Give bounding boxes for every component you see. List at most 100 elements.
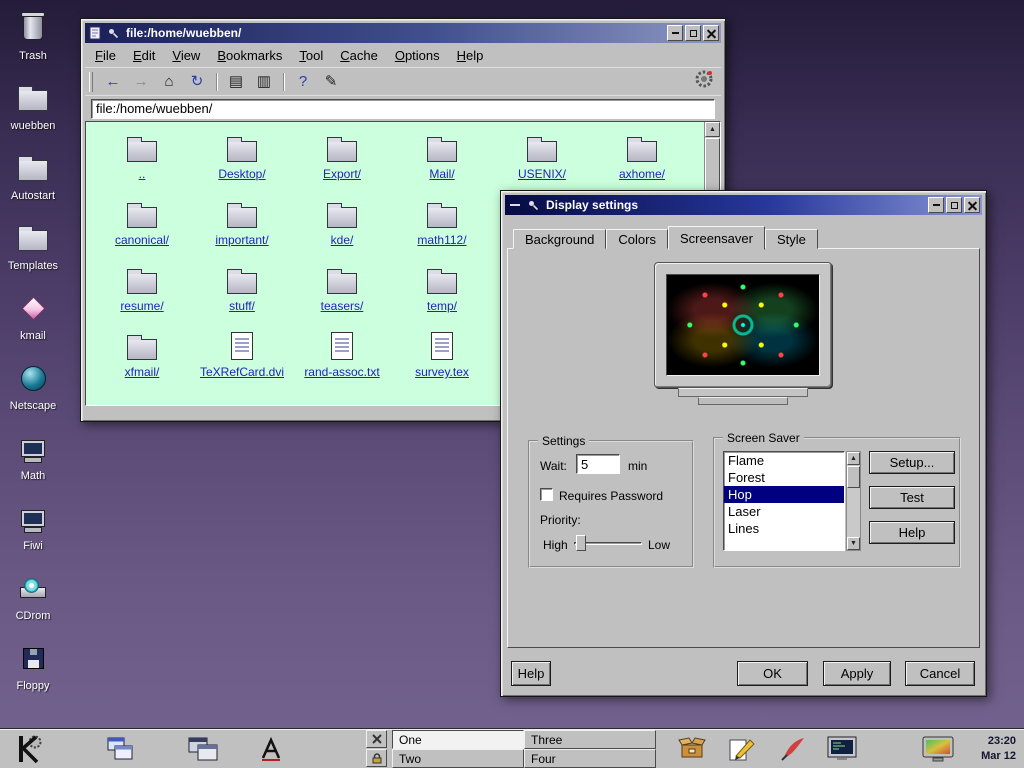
file-item[interactable]: canonical/ xyxy=(92,198,192,264)
text-editor-icon[interactable] xyxy=(722,731,762,766)
maximize-button[interactable] xyxy=(946,197,962,213)
file-item[interactable]: .. xyxy=(92,132,192,198)
screensaver-list[interactable]: FlameForestHopLaserLines xyxy=(723,451,845,551)
minimize-button[interactable] xyxy=(667,25,683,41)
file-item[interactable]: rand-assoc.txt xyxy=(292,330,392,396)
desktop-icon[interactable]: Netscape xyxy=(2,356,64,426)
file-item[interactable]: USENIX/ xyxy=(492,132,592,198)
kfm-titlebar[interactable]: file:/home/wuebben/ xyxy=(85,23,721,43)
menu-item[interactable]: File xyxy=(95,48,116,63)
pager-desktop-button[interactable]: One xyxy=(392,730,524,749)
saver-help-button[interactable]: Help xyxy=(869,521,955,544)
menu-item[interactable]: Cache xyxy=(340,48,378,63)
logout-button[interactable] xyxy=(366,730,387,748)
file-item[interactable]: TeXRefCard.dvi xyxy=(192,330,292,396)
scroll-down-button[interactable]: ▼ xyxy=(847,537,860,550)
screensaver-option[interactable]: Hop xyxy=(724,486,844,503)
forward-button[interactable]: → xyxy=(128,70,154,94)
requires-password-checkbox[interactable] xyxy=(540,488,553,501)
window-menu-icon[interactable] xyxy=(87,25,103,41)
tab[interactable]: Background xyxy=(513,229,606,249)
console-icon[interactable] xyxy=(822,731,862,766)
k-menu-button[interactable] xyxy=(4,731,52,766)
close-button[interactable] xyxy=(703,25,719,41)
desktop-icon[interactable]: Floppy xyxy=(2,636,64,706)
copy-button[interactable]: ▤ xyxy=(223,70,249,94)
maximize-button[interactable] xyxy=(685,25,701,41)
file-item[interactable]: temp/ xyxy=(392,264,492,330)
pager-desktop-button[interactable]: Three xyxy=(524,730,656,749)
display-applet-icon[interactable] xyxy=(916,731,960,766)
desktop-icon[interactable]: CDrom xyxy=(2,566,64,636)
menu-item[interactable]: Help xyxy=(457,48,484,63)
scroll-thumb[interactable] xyxy=(847,466,860,488)
file-item[interactable]: Mail/ xyxy=(392,132,492,198)
taskbar-clock[interactable]: 23:20 Mar 12 xyxy=(962,731,1022,766)
screensaver-option[interactable]: Flame xyxy=(724,452,844,469)
desktop-icon[interactable]: Templates xyxy=(2,216,64,286)
desktop-icon[interactable]: Math xyxy=(2,426,64,496)
reload-button[interactable]: ↻ xyxy=(184,70,210,94)
test-button[interactable]: Test xyxy=(869,486,955,509)
tab[interactable]: Screensaver xyxy=(668,226,765,250)
apply-button[interactable]: Apply xyxy=(823,661,891,686)
cancel-button[interactable]: Cancel xyxy=(905,661,975,686)
ok-button[interactable]: OK xyxy=(737,661,808,686)
file-item[interactable]: axhome/ xyxy=(592,132,692,198)
file-item[interactable]: xfmail/ xyxy=(92,330,192,396)
lock-screen-button[interactable] xyxy=(366,749,387,767)
help-button[interactable]: Help xyxy=(511,661,551,686)
display-settings-titlebar[interactable]: Display settings xyxy=(505,195,982,215)
menu-item[interactable]: View xyxy=(172,48,200,63)
pin-icon[interactable] xyxy=(525,197,541,213)
paint-pen-icon[interactable] xyxy=(772,731,812,766)
pager-desktop-button[interactable]: Two xyxy=(392,749,524,768)
close-button[interactable] xyxy=(964,197,980,213)
window-menu-icon[interactable] xyxy=(507,197,523,213)
back-button[interactable]: ← xyxy=(100,70,126,94)
file-item[interactable]: math112/ xyxy=(392,198,492,264)
file-item[interactable]: Export/ xyxy=(292,132,392,198)
minimize-button[interactable] xyxy=(928,197,944,213)
toolbar-grip[interactable] xyxy=(89,72,93,92)
desktop-icon[interactable]: kmail xyxy=(2,286,64,356)
desktop-icon[interactable]: Trash xyxy=(2,6,64,76)
menu-item[interactable]: Tool xyxy=(299,48,323,63)
terminal-windows-icon[interactable] xyxy=(183,731,223,766)
package-manager-icon[interactable] xyxy=(672,731,712,766)
tab[interactable]: Style xyxy=(765,229,818,249)
file-item[interactable]: resume/ xyxy=(92,264,192,330)
desktop-icon[interactable]: Fiwi xyxy=(2,496,64,566)
help-button[interactable]: ? xyxy=(290,70,316,94)
location-input[interactable] xyxy=(91,99,715,119)
tab[interactable]: Colors xyxy=(606,229,668,249)
menu-item[interactable]: Options xyxy=(395,48,440,63)
file-item[interactable]: survey.tex xyxy=(392,330,492,396)
file-item[interactable]: kde/ xyxy=(292,198,392,264)
kde-gear-icon[interactable] xyxy=(693,68,715,95)
pin-icon[interactable] xyxy=(105,25,121,41)
paste-button[interactable]: ▥ xyxy=(251,70,277,94)
file-item[interactable]: stuff/ xyxy=(192,264,292,330)
wait-input[interactable] xyxy=(576,454,620,474)
pager-desktop-button[interactable]: Four xyxy=(524,749,656,768)
desktop-icon[interactable]: Autostart xyxy=(2,146,64,216)
file-item[interactable]: Desktop/ xyxy=(192,132,292,198)
window-list-button[interactable] xyxy=(100,731,140,766)
menu-item[interactable]: Bookmarks xyxy=(217,48,282,63)
write-button[interactable]: ✎ xyxy=(318,70,344,94)
slider-handle[interactable] xyxy=(576,535,586,551)
screensaver-option[interactable]: Lines xyxy=(724,520,844,537)
desktop-icon[interactable]: wuebben xyxy=(2,76,64,146)
file-item[interactable]: important/ xyxy=(192,198,292,264)
home-button[interactable]: ⌂ xyxy=(156,70,182,94)
scroll-up-button[interactable]: ▲ xyxy=(705,122,720,137)
screensaver-list-scrollbar[interactable]: ▲ ▼ xyxy=(846,451,861,551)
menu-item[interactable]: Edit xyxy=(133,48,155,63)
scroll-up-button[interactable]: ▲ xyxy=(847,452,860,465)
fonts-icon[interactable] xyxy=(251,731,291,766)
screensaver-option[interactable]: Laser xyxy=(724,503,844,520)
file-item[interactable]: teasers/ xyxy=(292,264,392,330)
screensaver-option[interactable]: Forest xyxy=(724,469,844,486)
setup-button[interactable]: Setup... xyxy=(869,451,955,474)
